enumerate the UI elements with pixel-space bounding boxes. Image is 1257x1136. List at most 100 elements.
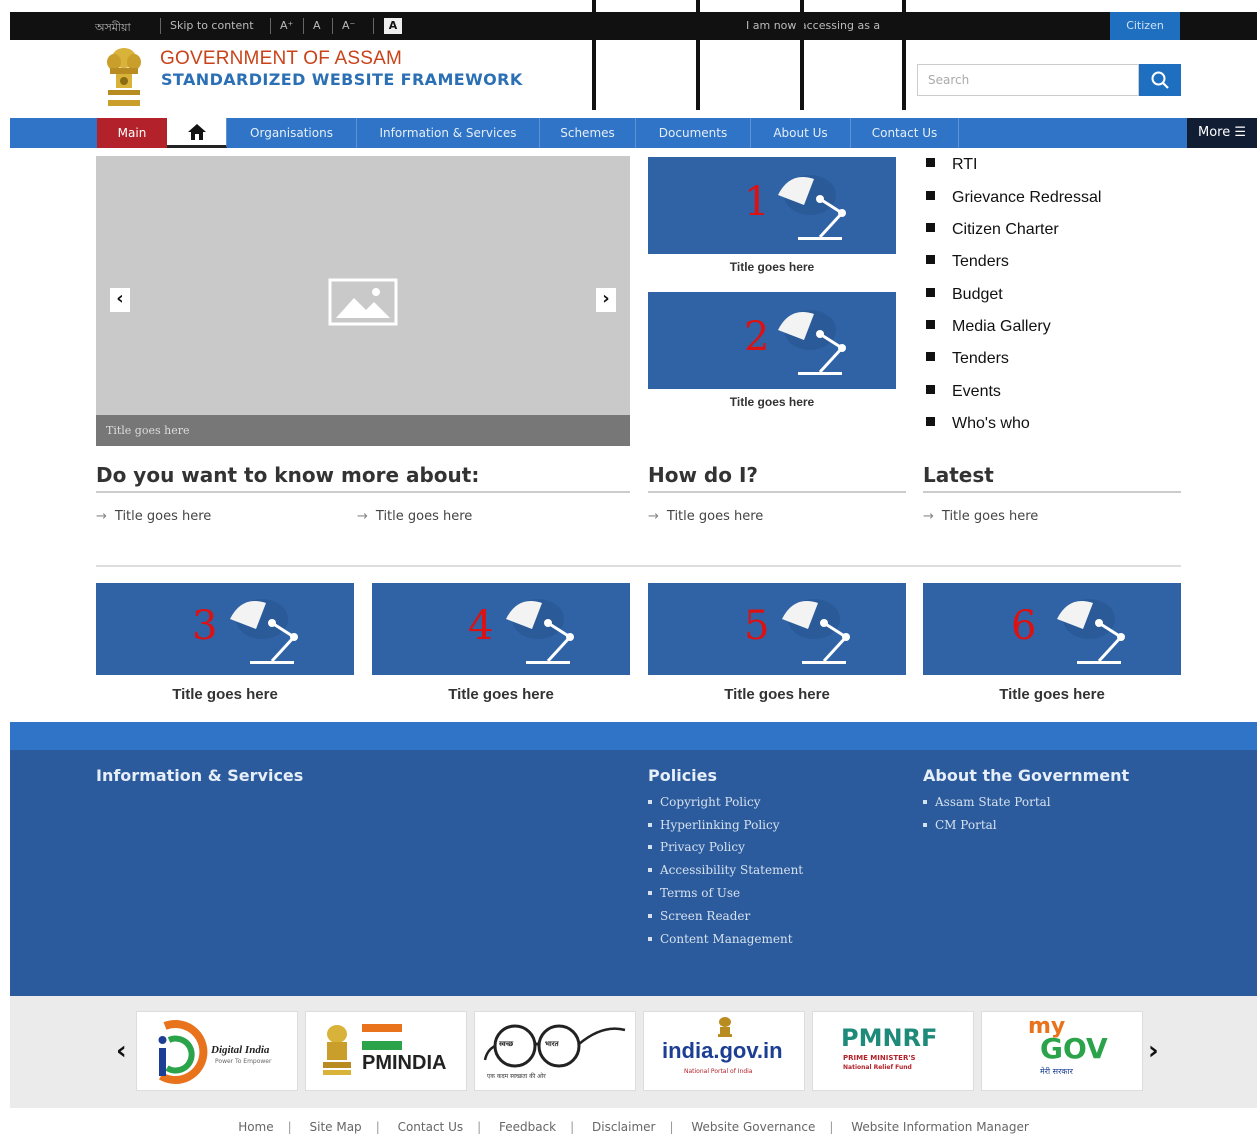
feature-tile-4[interactable]: 4: [372, 583, 630, 675]
feature-tile-4-title[interactable]: Title goes here: [372, 686, 630, 703]
search-button[interactable]: [1139, 64, 1181, 96]
footer-policy-link[interactable]: Accessibility Statement: [648, 863, 803, 877]
footer-policy-link[interactable]: Content Management: [648, 932, 793, 946]
nav-item-schemes[interactable]: Schemes: [540, 118, 636, 148]
know-more-heading: Do you want to know more about:: [96, 463, 630, 493]
know-more-link[interactable]: → Title goes here: [357, 509, 472, 524]
feature-tile-2[interactable]: 2: [648, 292, 896, 389]
digital-india-label: Digital India: [211, 1044, 270, 1056]
citizen-role-button[interactable]: Citizen: [1110, 12, 1180, 40]
quick-link-whos-who[interactable]: Who's who: [926, 415, 1030, 433]
swachh-bharat-logo[interactable]: स्वच्छ भारत एक कदम स्वच्छता की ओर: [474, 1011, 636, 1091]
latest-heading: Latest: [923, 463, 1181, 493]
emblem-icon: [718, 1017, 732, 1037]
latest-link[interactable]: → Title goes here: [923, 509, 1038, 524]
nav-item-about-us[interactable]: About Us: [751, 118, 851, 148]
footer-policy-link[interactable]: Privacy Policy: [648, 840, 745, 854]
how-do-i-link[interactable]: → Title goes here: [648, 509, 763, 524]
desk-lamp-icon: [778, 310, 846, 375]
marker-bar: [696, 0, 700, 110]
feature-tile-5[interactable]: 5: [648, 583, 906, 675]
pmnrf-sub2: National Relief Fund: [843, 1064, 912, 1071]
chevron-right-icon[interactable]: ›: [1148, 1036, 1159, 1066]
feature-tile-3-title[interactable]: Title goes here: [96, 686, 354, 703]
search-input[interactable]: Search: [917, 64, 1139, 96]
bottom-link-home[interactable]: Home: [238, 1120, 273, 1134]
link-label: Title goes here: [666, 509, 764, 524]
feature-tile-6-title[interactable]: Title goes here: [923, 686, 1181, 703]
footer-strip: [10, 722, 1257, 750]
accessing-as-label: I am now accessing as a: [746, 19, 881, 32]
desk-lamp-icon: [1057, 599, 1125, 664]
emblem-icon: [323, 1025, 351, 1075]
feature-tile-3[interactable]: 3: [96, 583, 354, 675]
bottom-link-contact-us[interactable]: Contact Us: [398, 1120, 464, 1134]
pmindia-logo[interactable]: PMINDIA: [305, 1011, 467, 1091]
quick-link-grievance[interactable]: Grievance Redressal: [926, 189, 1101, 207]
feature-tile-2-title[interactable]: Title goes here: [648, 395, 896, 409]
footer-about-link[interactable]: CM Portal: [923, 818, 997, 832]
tile-number: 2: [744, 314, 770, 360]
india-gov-tagline: National Portal of India: [684, 1068, 753, 1075]
quick-link-label: Who's who: [952, 415, 1030, 432]
footer-policy-link[interactable]: Screen Reader: [648, 909, 750, 923]
nav-more-menu[interactable]: More ☰: [1187, 118, 1257, 148]
feature-tile-1-title[interactable]: Title goes here: [648, 260, 896, 274]
font-decrease-button[interactable]: A⁻: [342, 19, 355, 32]
pmnrf-logo[interactable]: PMNRF PRIME MINISTER'S National Relief F…: [812, 1011, 974, 1091]
nav-item-information-services[interactable]: Information & Services: [357, 118, 540, 148]
nav-item-organisations[interactable]: Organisations: [227, 118, 357, 148]
feature-tile-5-title[interactable]: Title goes here: [648, 686, 906, 703]
font-normal-button[interactable]: A: [313, 19, 321, 32]
bharat-text: भारत: [545, 1040, 559, 1048]
chevron-left-icon[interactable]: ‹: [116, 1036, 127, 1066]
bottom-link-website-info-manager[interactable]: Website Information Manager: [851, 1120, 1029, 1134]
footer-policy-link[interactable]: Copyright Policy: [648, 795, 760, 809]
state-emblem-logo[interactable]: [100, 46, 148, 110]
india-gov-logo[interactable]: india.gov.in National Portal of India: [643, 1011, 805, 1091]
contrast-toggle-button[interactable]: A: [384, 18, 402, 34]
nav-home-tab[interactable]: [167, 118, 227, 148]
quick-link-citizen-charter[interactable]: Citizen Charter: [926, 221, 1059, 239]
arrow-right-icon: →: [923, 509, 934, 524]
footer-about-link[interactable]: Assam State Portal: [923, 795, 1051, 809]
slider-next-button[interactable]: ›: [596, 288, 616, 312]
know-more-link[interactable]: → Title goes here: [96, 509, 211, 524]
quick-link-events[interactable]: Events: [926, 383, 1001, 401]
indian-flag-icon: [362, 1024, 402, 1050]
marker-bar: [800, 0, 804, 110]
bottom-link-site-map[interactable]: Site Map: [310, 1120, 362, 1134]
bottom-link-website-governance[interactable]: Website Governance: [691, 1120, 815, 1134]
slider-prev-button[interactable]: ‹: [110, 288, 130, 312]
language-toggle[interactable]: অসমীয়া: [95, 19, 131, 38]
footer-policy-link[interactable]: Hyperlinking Policy: [648, 818, 780, 832]
digital-india-logo[interactable]: Digital India Power To Empower: [136, 1011, 298, 1091]
arrow-right-icon: →: [357, 509, 368, 524]
quick-link-label: Media Gallery: [952, 318, 1051, 335]
feature-tile-6[interactable]: 6: [923, 583, 1181, 675]
image-slider: ‹ › Title goes here: [96, 156, 630, 446]
tile-number: 6: [1011, 603, 1037, 649]
quick-link-label: Tenders: [952, 350, 1009, 367]
skip-to-content-link[interactable]: Skip to content: [170, 19, 254, 32]
footer-policy-link[interactable]: Terms of Use: [648, 886, 740, 900]
quick-link-rti[interactable]: RTI: [926, 156, 977, 174]
nav-item-contact-us[interactable]: Contact Us: [851, 118, 959, 148]
quick-link-tenders[interactable]: Tenders: [926, 253, 1009, 271]
quick-link-media-gallery[interactable]: Media Gallery: [926, 318, 1051, 336]
bottom-link-disclaimer[interactable]: Disclaimer: [592, 1120, 655, 1134]
nav-item-documents[interactable]: Documents: [636, 118, 751, 148]
home-icon: [187, 124, 206, 140]
quick-link-label: Grievance Redressal: [952, 189, 1102, 206]
feature-tile-1[interactable]: 1: [648, 157, 896, 254]
quick-link-tenders-2[interactable]: Tenders: [926, 350, 1009, 368]
mygov-logo[interactable]: my GOV मेरी सरकार: [981, 1011, 1143, 1091]
swachh-tagline: एक कदम स्वच्छता की ओर: [487, 1073, 546, 1080]
nav-main-tab[interactable]: Main: [97, 118, 167, 148]
desk-lamp-icon: [782, 599, 850, 664]
bottom-link-feedback[interactable]: Feedback: [499, 1120, 556, 1134]
pmnrf-label: PMNRF: [841, 1024, 938, 1052]
font-increase-button[interactable]: A⁺: [280, 19, 293, 32]
tile-number: 4: [468, 603, 494, 649]
quick-link-budget[interactable]: Budget: [926, 286, 1003, 304]
